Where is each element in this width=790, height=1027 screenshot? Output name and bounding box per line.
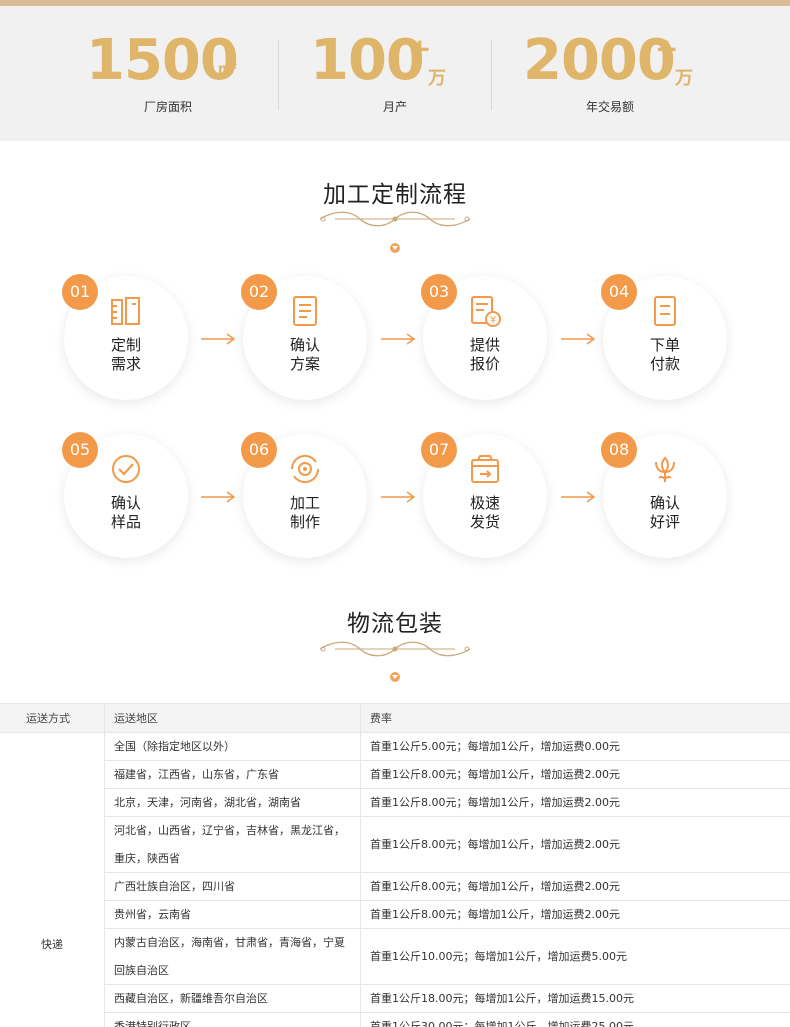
shipping-rate-table: 运送方式 运送地区 费率 快递 全国（除指定地区以外） 首重1公斤5.00元；每… [0, 703, 790, 1027]
header-method: 运送方式 [26, 712, 70, 725]
fee-cell: 首重1公斤18.00元；每增加1公斤，增加运费15.00元 [370, 992, 634, 1005]
header-region: 运送地区 [114, 712, 158, 725]
process-title: 加工定制流程 [323, 182, 467, 208]
arrow-right-icon [381, 491, 416, 503]
stat-monthly-output: 100 + 万 月产 [300, 6, 480, 141]
shipping-method-cell: 快递 [41, 938, 63, 951]
stat-factory-area: 1500 m² 厂房面积 [80, 6, 260, 141]
process-step-04: 04 下单 付款 [601, 274, 727, 400]
table-row: 全国（除指定地区以外） 首重1公斤5.00元；每增加1公斤，增加运费0.00元 [104, 733, 790, 761]
stat-suffix: m² [218, 62, 238, 77]
table-row: 西藏自治区，新疆维吾尔自治区 首重1公斤18.00元；每增加1公斤，增加运费15… [104, 985, 790, 1013]
process-step-07: 07 极速 发货 [421, 432, 547, 558]
check-circle-icon [112, 455, 140, 483]
step-label: 提供 报价 [469, 336, 500, 373]
process-step-02: 02 确认 方案 [241, 274, 367, 400]
stat-unit: 万 [675, 68, 693, 89]
step-label: 下单 付款 [649, 336, 680, 373]
process-step-05: 05 确认 样品 [62, 432, 188, 558]
step-label: 定制 需求 [110, 336, 141, 373]
fee-cell: 首重1公斤8.00元；每增加1公斤，增加运费2.00元 [370, 838, 620, 851]
step-number-badge: 08 [601, 432, 637, 468]
step-label: 确认 好评 [649, 494, 680, 531]
shipping-box-icon [471, 455, 499, 483]
order-form-icon [654, 296, 676, 326]
table-row: 福建省，江西省，山东省，广东省 首重1公斤8.00元；每增加1公斤，增加运费2.… [104, 761, 790, 789]
flourish-ornament [319, 641, 471, 657]
header-fee: 费率 [370, 712, 392, 725]
region-cell: 广西壮族自治区，四川省 [114, 880, 235, 893]
stat-label: 月产 [382, 100, 407, 114]
chevron-down-icon [390, 672, 400, 682]
region-cell: 贵州省，云南省 [114, 908, 191, 921]
stat-plus: + [655, 32, 679, 65]
stat-value: 100 [310, 28, 425, 93]
table-row: 香港特别行政区 首重1公斤30.00元；每增加1公斤，增加运费25.00元 [104, 1013, 790, 1027]
region-cell: 香港特别行政区 [114, 1020, 191, 1027]
fee-cell: 首重1公斤10.00元；每增加1公斤，增加运费5.00元 [370, 950, 627, 963]
gear-cycle-icon [290, 454, 320, 484]
table-row: 贵州省，云南省 首重1公斤8.00元；每增加1公斤，增加运费2.00元 [104, 901, 790, 929]
fee-cell: 首重1公斤30.00元；每增加1公斤，增加运费25.00元 [370, 1020, 634, 1027]
arrow-right-icon [201, 491, 236, 503]
region-cell: 北京，天津，河南省，湖北省，湖南省 [114, 796, 301, 809]
arrow-right-icon [561, 491, 596, 503]
region-cell: 内蒙古自治区，海南省，甘肃省，青海省，宁夏 回族自治区 [114, 936, 345, 977]
table-row: 北京，天津，河南省，湖北省，湖南省 首重1公斤8.00元；每增加1公斤，增加运费… [104, 789, 790, 817]
stat-unit: 万 [428, 68, 446, 89]
fee-cell: 首重1公斤8.00元；每增加1公斤，增加运费2.00元 [370, 768, 620, 781]
fee-cell: 首重1公斤8.00元；每增加1公斤，增加运费2.00元 [370, 796, 620, 809]
table-row: 河北省，山西省，辽宁省，吉林省，黑龙江省， 重庆，陕西省 首重1公斤8.00元；每… [104, 817, 790, 873]
table-header: 运送方式 运送地区 费率 [0, 704, 790, 733]
process-step-06: 06 加工 制作 [241, 432, 367, 558]
step-number-badge: 04 [601, 274, 637, 310]
fee-cell: 首重1公斤8.00元；每增加1公斤，增加运费2.00元 [370, 880, 620, 893]
table-row: 内蒙古自治区，海南省，甘肃省，青海省，宁夏 回族自治区 首重1公斤10.00元；每… [104, 929, 790, 985]
arrow-right-icon [561, 333, 596, 345]
region-cell: 福建省，江西省，山东省，广东省 [114, 768, 279, 781]
step-label: 确认 方案 [289, 336, 320, 373]
stat-plus: + [408, 32, 432, 65]
divider [491, 40, 492, 110]
stat-label: 厂房面积 [143, 100, 192, 114]
region-cell: 西藏自治区，新疆维吾尔自治区 [114, 992, 268, 1005]
step-number-badge: 06 [241, 432, 277, 468]
table-row: 广西壮族自治区，四川省 首重1公斤8.00元；每增加1公斤，增加运费2.00元 [104, 873, 790, 901]
step-label: 确认 样品 [110, 494, 141, 531]
step-number-badge: 01 [62, 274, 98, 310]
step-number-badge: 02 [241, 274, 277, 310]
stat-label: 年交易额 [585, 100, 634, 114]
chevron-down-icon [390, 243, 400, 253]
step-label: 加工 制作 [289, 494, 320, 531]
fee-cell: 首重1公斤8.00元；每增加1公斤，增加运费2.00元 [370, 908, 620, 921]
stats-band: 1500 m² 厂房面积 100 + 万 月产 2000 + 万 年交易额 [0, 6, 790, 141]
arrow-right-icon [201, 333, 236, 345]
ruler-notebook-icon [111, 297, 140, 325]
region-cell: 河北省，山西省，辽宁省，吉林省，黑龙江省， 重庆，陕西省 [114, 824, 345, 865]
stat-value: 1500 [86, 28, 239, 93]
process-step-03: 03 ¥ 提供 报价 [421, 274, 547, 400]
divider [278, 40, 279, 110]
stat-annual-turnover: 2000 + 万 年交易额 [515, 6, 715, 141]
region-cell: 全国（除指定地区以外） [114, 740, 235, 753]
flourish-ornament [319, 211, 471, 227]
logistics-title: 物流包装 [347, 611, 443, 637]
stat-value: 2000 [523, 28, 676, 93]
step-number-badge: 07 [421, 432, 457, 468]
svg-text:¥: ¥ [490, 315, 496, 326]
arrow-right-icon [381, 333, 416, 345]
flower-icon [655, 456, 675, 482]
fee-cell: 首重1公斤5.00元；每增加1公斤，增加运费0.00元 [370, 740, 620, 753]
process-step-01: 01 定制 需求 [62, 274, 188, 400]
document-icon [293, 296, 317, 326]
step-number-badge: 03 [421, 274, 457, 310]
step-label: 极速 发货 [469, 494, 500, 531]
step-number-badge: 05 [62, 432, 98, 468]
process-step-08: 08 确认 好评 [601, 432, 727, 558]
invoice-yuan-icon: ¥ [471, 296, 501, 327]
